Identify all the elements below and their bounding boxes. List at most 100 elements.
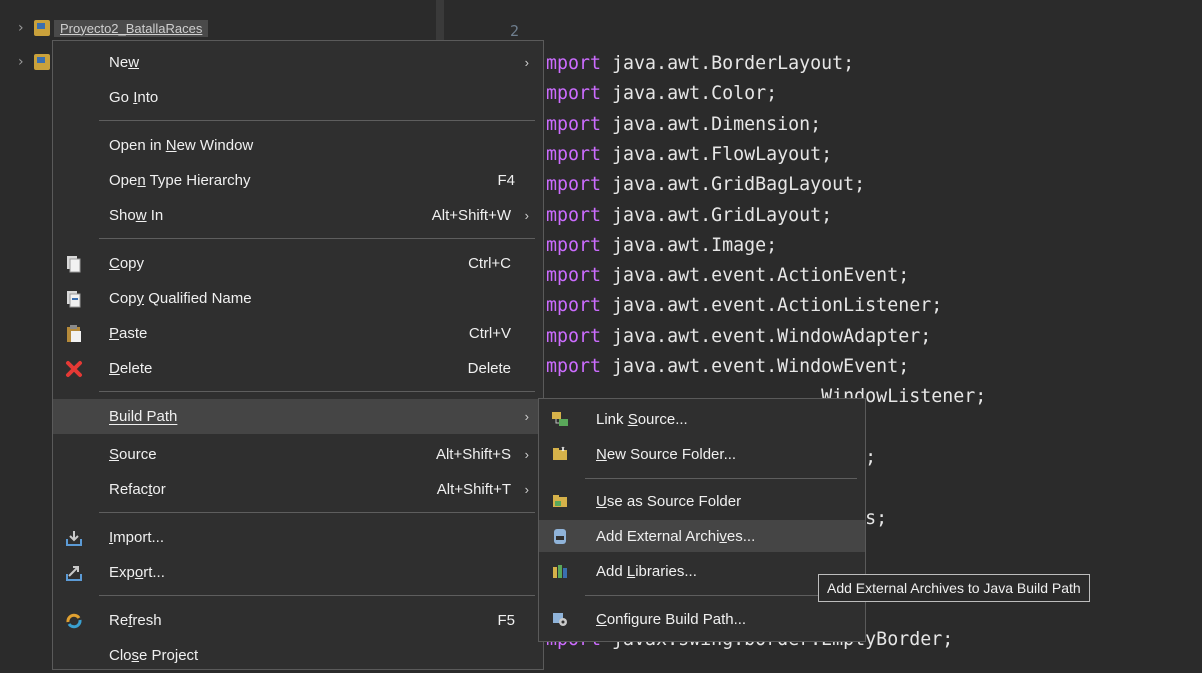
code-token: java.awt.Image; — [601, 234, 778, 256]
submenu-item-use-as-source[interactable]: Use as Source Folder — [539, 485, 865, 517]
submenu-item-label: Configure Build Path... — [596, 610, 747, 628]
submenu-arrow-icon: › — [524, 482, 529, 497]
menu-separator — [585, 478, 857, 479]
menu-item-new[interactable]: New › — [53, 45, 543, 80]
code-line: mport java.awt.Image; — [546, 234, 777, 258]
library-icon — [551, 562, 569, 580]
code-line: mport java.awt.GridBagLayout; — [546, 173, 865, 197]
code-line: mport java.awt.event.ActionEvent; — [546, 264, 909, 288]
keyword-token: mport — [546, 265, 602, 287]
menu-item-go-into[interactable]: Go Into — [53, 80, 543, 115]
keyword-token: mport — [546, 174, 602, 196]
menu-item-label: Copy Qualified Name — [109, 290, 252, 307]
build-path-submenu: Link Source... New Source Folder... Use … — [538, 398, 866, 642]
menu-item-refresh[interactable]: Refresh F5 — [53, 603, 543, 638]
submenu-item-new-source-folder[interactable]: New Source Folder... — [539, 438, 865, 470]
submenu-arrow-icon: › — [524, 55, 529, 70]
menu-item-build-path[interactable]: Build Path › — [53, 399, 543, 434]
menu-separator — [99, 391, 535, 392]
code-line: mport java.awt.FlowLayout; — [546, 143, 832, 167]
tooltip: Add External Archives to Java Build Path — [818, 574, 1090, 602]
expand-arrow-icon[interactable]: › — [18, 54, 32, 70]
menu-item-open-new-window[interactable]: Open in New Window — [53, 128, 543, 163]
menu-item-label: Paste — [109, 325, 148, 342]
code-token: java.awt.FlowLayout; — [601, 143, 833, 165]
project-icon — [34, 54, 50, 70]
submenu-arrow-icon: › — [524, 447, 529, 462]
menu-separator — [99, 595, 535, 596]
code-line: mport java.awt.event.ActionListener; — [546, 294, 942, 318]
menu-item-label: Open in New Window — [109, 137, 254, 154]
delete-icon — [65, 360, 83, 378]
menu-item-show-in[interactable]: Show In Alt+Shift+W › — [53, 198, 543, 233]
menu-item-import[interactable]: Import... — [53, 520, 543, 555]
menu-item-paste[interactable]: Paste Ctrl+V — [53, 316, 543, 351]
keyword-token: mport — [546, 113, 602, 135]
expand-arrow-icon[interactable]: › — [18, 20, 32, 36]
menu-item-shortcut: Ctrl+C — [468, 255, 511, 272]
submenu-item-label: Link Source... — [596, 410, 688, 428]
new-source-folder-icon — [551, 445, 569, 463]
project-name[interactable]: Proyecto2_BatallaRaces — [54, 19, 209, 37]
code-token: java.awt.event.WindowAdapter; — [601, 325, 932, 347]
submenu-item-add-external-archives[interactable]: Add External Archives... — [539, 520, 865, 552]
context-menu: New › Go Into Open in New Window Open Ty… — [52, 40, 544, 670]
menu-item-label: Copy — [109, 255, 145, 272]
jar-icon — [551, 527, 569, 545]
java-project-icon — [34, 20, 50, 36]
link-source-icon — [551, 410, 569, 428]
menu-item-close-project[interactable]: Close Project — [53, 638, 543, 673]
code-token: java.awt.Color; — [601, 83, 778, 105]
submenu-item-label: Use as Source Folder — [596, 492, 742, 510]
code-line: mport java.awt.event.WindowAdapter; — [546, 325, 931, 349]
refresh-icon — [65, 612, 83, 630]
menu-item-shortcut: Alt+Shift+S — [435, 446, 511, 463]
menu-item-label: Refactor — [109, 481, 166, 498]
submenu-item-label: Add Libraries... — [596, 562, 697, 580]
menu-item-label: Delete — [109, 360, 153, 377]
menu-item-label: New — [109, 54, 140, 71]
menu-item-refactor[interactable]: Refactor Alt+Shift+T › — [53, 472, 543, 507]
menu-item-shortcut: F5 — [497, 612, 515, 629]
use-as-source-icon — [551, 492, 569, 510]
tree-row-project[interactable]: › Proyecto2_BatallaRaces — [18, 18, 209, 38]
menu-item-shortcut: Alt+Shift+W — [431, 207, 511, 224]
line-number: 2 — [510, 22, 520, 40]
menu-item-open-type-hierarchy[interactable]: Open Type Hierarchy F4 — [53, 163, 543, 198]
menu-separator — [99, 120, 535, 121]
submenu-item-configure-build-path[interactable]: Configure Build Path... — [539, 603, 865, 635]
menu-item-label: Show In — [109, 207, 164, 224]
code-line: mport java.awt.event.WindowEvent; — [546, 355, 909, 379]
menu-separator — [99, 512, 535, 513]
code-line: mport java.awt.GridLayout; — [546, 204, 832, 228]
menu-item-label: Close Project — [109, 647, 199, 664]
code-token: java.awt.Dimension; — [601, 113, 822, 135]
menu-item-copy[interactable]: Copy Ctrl+C — [53, 246, 543, 281]
menu-item-shortcut: Ctrl+V — [468, 325, 511, 342]
code-line: mport java.awt.BorderLayout; — [546, 52, 854, 76]
copy-icon — [65, 255, 83, 273]
menu-separator — [585, 595, 857, 596]
keyword-token: mport — [546, 325, 602, 347]
keyword-token: mport — [546, 143, 602, 165]
menu-item-shortcut: Alt+Shift+T — [436, 481, 511, 498]
keyword-token: mport — [546, 356, 602, 377]
menu-item-copy-qualified-name[interactable]: Copy Qualified Name — [53, 281, 543, 316]
submenu-item-add-libraries[interactable]: Add Libraries... — [539, 555, 865, 587]
submenu-item-link-source[interactable]: Link Source... — [539, 403, 865, 435]
code-token: java.awt.event.ActionEvent; — [601, 265, 910, 287]
paste-icon — [65, 325, 83, 343]
menu-item-source[interactable]: Source Alt+Shift+S › — [53, 437, 543, 472]
tree-row-project-2[interactable]: › — [18, 52, 50, 72]
menu-item-label: Import... — [109, 529, 165, 546]
code-token: java.awt.GridBagLayout; — [601, 174, 866, 196]
menu-item-export[interactable]: Export... — [53, 555, 543, 590]
configure-build-path-icon — [551, 610, 569, 628]
export-icon — [65, 564, 83, 582]
code-line: mport java.awt.Color; — [546, 82, 777, 106]
menu-item-delete[interactable]: Delete Delete — [53, 351, 543, 386]
keyword-token: mport — [546, 83, 602, 105]
submenu-item-label: New Source Folder... — [596, 445, 737, 463]
submenu-arrow-icon: › — [524, 208, 529, 223]
import-icon — [65, 529, 83, 547]
